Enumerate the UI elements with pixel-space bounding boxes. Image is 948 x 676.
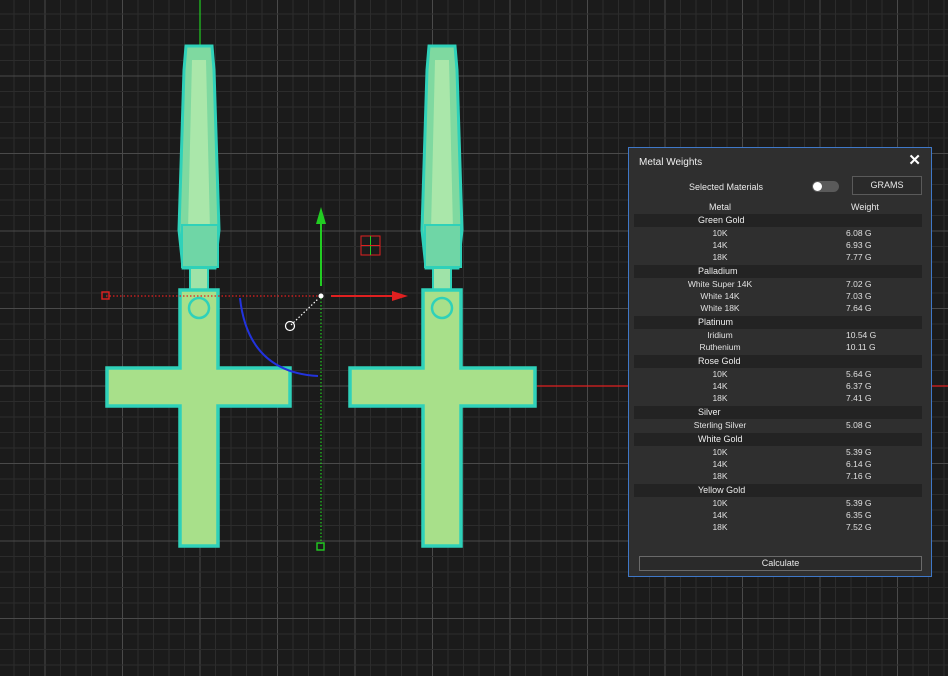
column-header-weight: Weight bbox=[851, 202, 879, 212]
metal-cell: White Super 14K bbox=[687, 279, 753, 289]
table-row: 10K 5.39 G bbox=[634, 497, 922, 509]
weight-cell: 6.08 G bbox=[846, 228, 872, 238]
y-scale-handle[interactable] bbox=[316, 542, 325, 551]
weight-cell: 7.77 G bbox=[846, 252, 872, 262]
table-row: Ruthenium 10.11 G bbox=[634, 341, 922, 353]
toggle-switch-icon[interactable] bbox=[812, 181, 839, 192]
table-row: White 18K 7.64 G bbox=[634, 302, 922, 314]
close-icon[interactable]: ✕ bbox=[908, 153, 921, 169]
calculate-button[interactable]: Calculate bbox=[639, 556, 922, 571]
group-header: Platinum bbox=[634, 316, 922, 329]
table-row: 18K 7.77 G bbox=[634, 251, 922, 263]
weight-cell: 6.37 G bbox=[846, 381, 872, 391]
table-row: 14K 6.93 G bbox=[634, 239, 922, 251]
table-row: White Super 14K 7.02 G bbox=[634, 278, 922, 290]
toggle-knob bbox=[813, 182, 822, 191]
table-row: 10K 5.39 G bbox=[634, 446, 922, 458]
metal-cell: White 14K bbox=[700, 291, 740, 301]
metal-cell: 10K bbox=[712, 369, 728, 379]
weight-cell: 7.16 G bbox=[846, 471, 872, 481]
metal-cell: Sterling Silver bbox=[693, 420, 747, 430]
cross-body-left[interactable] bbox=[105, 288, 292, 548]
table-row: 18K 7.52 G bbox=[634, 521, 922, 533]
table-row: White 14K 7.03 G bbox=[634, 290, 922, 302]
metal-cell: Iridium bbox=[707, 330, 733, 340]
column-header-metal: Metal bbox=[709, 202, 732, 212]
metal-cell: 10K bbox=[712, 447, 728, 457]
unit-grams-button[interactable]: GRAMS bbox=[852, 176, 922, 195]
group-header: Green Gold bbox=[634, 214, 922, 227]
weight-cell: 7.52 G bbox=[846, 522, 872, 532]
metal-weights-panel: Metal Weights ✕ Selected Materials GRAMS… bbox=[628, 147, 932, 577]
selected-materials-label: Selected Materials bbox=[689, 182, 764, 192]
table-row: 14K 6.14 G bbox=[634, 458, 922, 470]
group-header: White Gold bbox=[634, 433, 922, 446]
metal-cell: Ruthenium bbox=[699, 342, 741, 352]
weight-cell: 5.08 G bbox=[846, 420, 872, 430]
weight-cell: 10.54 G bbox=[846, 330, 877, 340]
weight-cell: 5.39 G bbox=[846, 447, 872, 457]
weights-table: Green Gold 10K 6.08 G 14K 6.93 G 18K 7.77 G Pal… bbox=[634, 212, 922, 533]
metal-cell: 14K bbox=[712, 381, 728, 391]
table-row: 18K 7.16 G bbox=[634, 470, 922, 482]
metal-cell: 10K bbox=[712, 228, 728, 238]
group-header: Yellow Gold bbox=[634, 484, 922, 497]
table-row: 10K 5.64 G bbox=[634, 368, 922, 380]
cross-body-right[interactable] bbox=[348, 288, 537, 548]
metal-cell: 14K bbox=[712, 240, 728, 250]
metal-cell: 10K bbox=[712, 498, 728, 508]
group-header: Silver bbox=[634, 406, 922, 419]
table-row: Iridium 10.54 G bbox=[634, 329, 922, 341]
metal-cell: 14K bbox=[712, 510, 728, 520]
metal-cell: 18K bbox=[712, 252, 728, 262]
weight-cell: 7.02 G bbox=[846, 279, 872, 289]
table-row: 10K 6.08 G bbox=[634, 227, 922, 239]
table-row: 14K 6.35 G bbox=[634, 509, 922, 521]
gizmo-center[interactable] bbox=[318, 293, 324, 299]
weight-cell: 6.35 G bbox=[846, 510, 872, 520]
weight-cell: 5.64 G bbox=[846, 369, 872, 379]
metal-cell: 18K bbox=[712, 522, 728, 532]
group-header: Rose Gold bbox=[634, 355, 922, 368]
metal-cell: White 18K bbox=[700, 303, 740, 313]
metal-cell: 18K bbox=[712, 471, 728, 481]
panel-title: Metal Weights bbox=[639, 157, 703, 168]
weight-cell: 6.93 G bbox=[846, 240, 872, 250]
plane-handle-icon[interactable] bbox=[360, 235, 381, 256]
metal-cell: 18K bbox=[712, 393, 728, 403]
table-row: Sterling Silver 5.08 G bbox=[634, 419, 922, 431]
group-header: Palladium bbox=[634, 265, 922, 278]
weight-cell: 6.14 G bbox=[846, 459, 872, 469]
metal-cell: 14K bbox=[712, 459, 728, 469]
weight-cell: 7.41 G bbox=[846, 393, 872, 403]
weight-cell: 10.11 G bbox=[846, 342, 876, 352]
table-row: 18K 7.41 G bbox=[634, 392, 922, 404]
weight-cell: 7.64 G bbox=[846, 303, 872, 313]
weight-cell: 7.03 G bbox=[846, 291, 872, 301]
table-row: 14K 6.37 G bbox=[634, 380, 922, 392]
weight-cell: 5.39 G bbox=[846, 498, 872, 508]
